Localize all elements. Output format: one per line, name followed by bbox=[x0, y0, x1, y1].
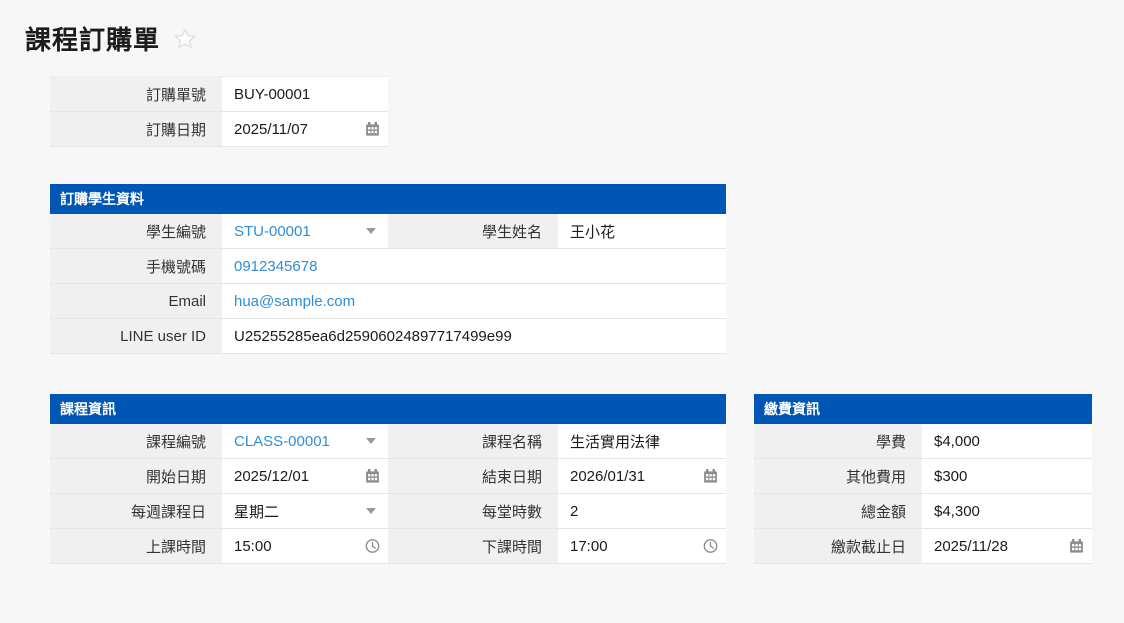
payment-due-date-row: 繳款截止日 2025/11/28 bbox=[754, 529, 1092, 564]
course-hours-value: 2 bbox=[558, 494, 726, 528]
course-end-date-field: 2026/01/31 bbox=[558, 459, 726, 493]
order-date-label: 訂購日期 bbox=[50, 112, 222, 146]
student-phone-label: 手機號碼 bbox=[50, 249, 222, 283]
student-line-label: LINE user ID bbox=[50, 319, 222, 353]
chevron-down-icon[interactable] bbox=[366, 438, 376, 444]
payment-tuition-row: 學費 $4,000 bbox=[754, 424, 1092, 459]
course-start-time-field: 15:00 bbox=[222, 529, 388, 563]
payment-section-header: 繳費資訊 bbox=[754, 394, 1092, 424]
course-end-date-label: 結束日期 bbox=[388, 459, 558, 493]
student-email-row: Email hua@sample.com bbox=[50, 284, 726, 319]
order-date-value: 2025/11/07 bbox=[234, 121, 308, 138]
course-start-date-value: 2025/12/01 bbox=[234, 468, 309, 485]
student-name-label: 學生姓名 bbox=[388, 214, 558, 248]
student-line-value: U25255285ea6d25906024897717499e99 bbox=[222, 319, 726, 353]
course-start-date-label: 開始日期 bbox=[50, 459, 222, 493]
student-id-link[interactable]: STU-00001 bbox=[234, 223, 311, 240]
course-section: 課程資訊 課程編號 CLASS-00001 課程名稱 生活實用法律 開始日期 2… bbox=[50, 394, 726, 564]
course-weekday-field: 星期二 bbox=[222, 494, 388, 528]
student-id-label: 學生編號 bbox=[50, 214, 222, 248]
student-email-field: hua@sample.com bbox=[222, 284, 726, 318]
course-start-time-label: 上課時間 bbox=[50, 529, 222, 563]
course-end-date-value: 2026/01/31 bbox=[570, 468, 645, 485]
student-section: 訂購學生資料 學生編號 STU-00001 學生姓名 王小花 手機號碼 0912… bbox=[50, 184, 726, 354]
order-number-value: BUY-00001 bbox=[222, 77, 388, 111]
student-line-row: LINE user ID U25255285ea6d25906024897717… bbox=[50, 319, 726, 354]
course-weekday-label: 每週課程日 bbox=[50, 494, 222, 528]
payment-total-value: $4,300 bbox=[922, 494, 1092, 528]
course-section-header: 課程資訊 bbox=[50, 394, 726, 424]
payment-due-date-value: 2025/11/28 bbox=[934, 538, 1008, 555]
course-id-link[interactable]: CLASS-00001 bbox=[234, 433, 330, 450]
favorite-star-icon[interactable] bbox=[172, 26, 198, 52]
order-number-label: 訂購單號 bbox=[50, 77, 222, 111]
student-phone-row: 手機號碼 0912345678 bbox=[50, 249, 726, 284]
course-weekday-hours-row: 每週課程日 星期二 每堂時數 2 bbox=[50, 494, 726, 529]
calendar-icon[interactable] bbox=[703, 469, 718, 484]
course-end-time-value: 17:00 bbox=[570, 538, 608, 555]
course-end-time-label: 下課時間 bbox=[388, 529, 558, 563]
payment-total-label: 總金額 bbox=[754, 494, 922, 528]
calendar-icon[interactable] bbox=[365, 122, 380, 137]
clock-icon[interactable] bbox=[703, 539, 718, 554]
page-header: 課程訂購單 bbox=[25, 22, 1124, 54]
payment-tuition-label: 學費 bbox=[754, 424, 922, 458]
course-hours-label: 每堂時數 bbox=[388, 494, 558, 528]
clock-icon[interactable] bbox=[365, 539, 380, 554]
student-section-header: 訂購學生資料 bbox=[50, 184, 726, 214]
course-start-time-value: 15:00 bbox=[234, 538, 272, 555]
student-email-link[interactable]: hua@sample.com bbox=[234, 293, 355, 310]
course-times-row: 上課時間 15:00 下課時間 17:00 bbox=[50, 529, 726, 564]
payment-other-fee-label: 其他費用 bbox=[754, 459, 922, 493]
chevron-down-icon[interactable] bbox=[366, 228, 376, 234]
student-name-value: 王小花 bbox=[558, 214, 726, 248]
order-info-table: 訂購單號 BUY-00001 訂購日期 2025/11/07 bbox=[50, 76, 388, 147]
order-date-field: 2025/11/07 bbox=[222, 112, 388, 146]
course-id-name-row: 課程編號 CLASS-00001 課程名稱 生活實用法律 bbox=[50, 424, 726, 459]
calendar-icon[interactable] bbox=[365, 469, 380, 484]
student-id-field: STU-00001 bbox=[222, 214, 388, 248]
payment-section: 繳費資訊 學費 $4,000 其他費用 $300 總金額 $4,300 繳款截止… bbox=[754, 394, 1092, 564]
student-phone-field: 0912345678 bbox=[222, 249, 726, 283]
payment-total-row: 總金額 $4,300 bbox=[754, 494, 1092, 529]
student-phone-link[interactable]: 0912345678 bbox=[234, 258, 317, 275]
course-start-date-field: 2025/12/01 bbox=[222, 459, 388, 493]
course-dates-row: 開始日期 2025/12/01 結束日期 2026/01/31 bbox=[50, 459, 726, 494]
payment-tuition-value: $4,000 bbox=[922, 424, 1092, 458]
payment-due-date-field: 2025/11/28 bbox=[922, 529, 1092, 563]
order-date-row: 訂購日期 2025/11/07 bbox=[50, 112, 388, 147]
course-id-label: 課程編號 bbox=[50, 424, 222, 458]
page-title: 課程訂購單 bbox=[25, 20, 160, 57]
chevron-down-icon[interactable] bbox=[366, 508, 376, 514]
course-weekday-value: 星期二 bbox=[234, 501, 279, 522]
student-email-label: Email bbox=[50, 284, 222, 318]
payment-other-fee-value: $300 bbox=[922, 459, 1092, 493]
payment-other-fee-row: 其他費用 $300 bbox=[754, 459, 1092, 494]
course-end-time-field: 17:00 bbox=[558, 529, 726, 563]
course-name-value: 生活實用法律 bbox=[558, 424, 726, 458]
payment-due-date-label: 繳款截止日 bbox=[754, 529, 922, 563]
course-name-label: 課程名稱 bbox=[388, 424, 558, 458]
student-id-name-row: 學生編號 STU-00001 學生姓名 王小花 bbox=[50, 214, 726, 249]
course-id-field: CLASS-00001 bbox=[222, 424, 388, 458]
order-number-row: 訂購單號 BUY-00001 bbox=[50, 77, 388, 112]
calendar-icon[interactable] bbox=[1069, 539, 1084, 554]
